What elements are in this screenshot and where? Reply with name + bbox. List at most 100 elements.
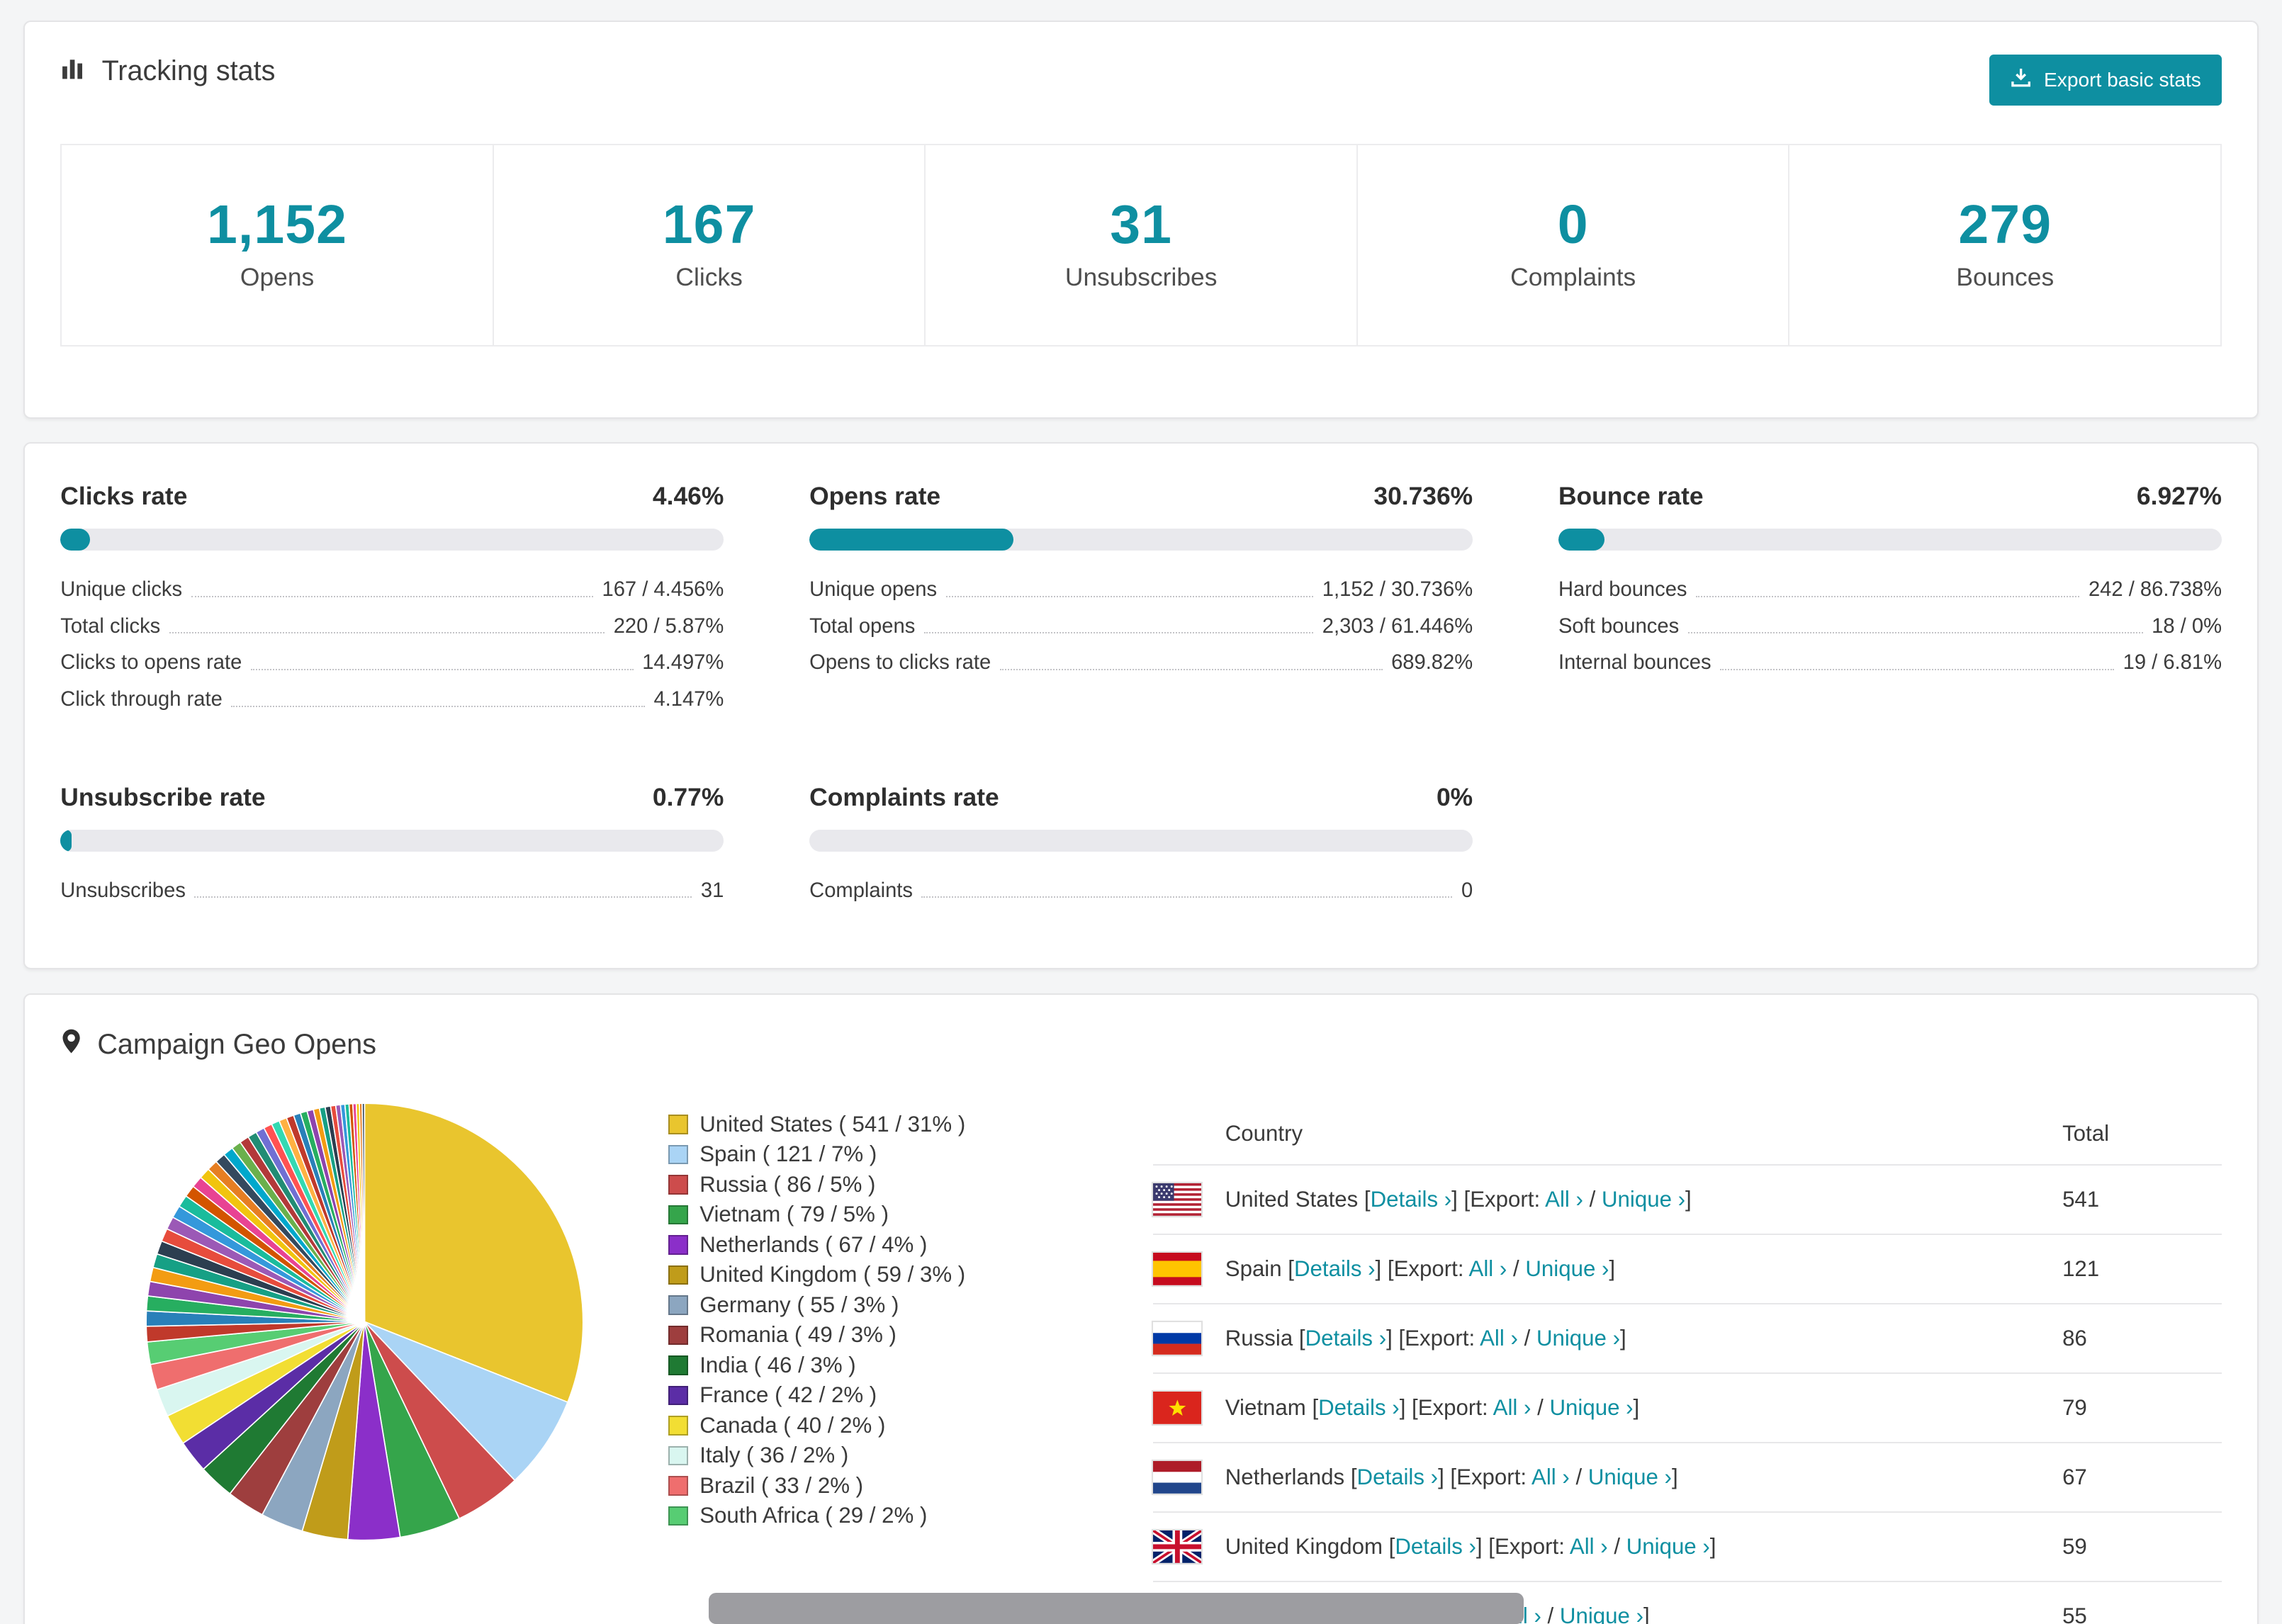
country-name: United Kingdom xyxy=(1225,1533,1383,1559)
export-unique-link[interactable]: Unique › xyxy=(1536,1326,1620,1350)
export-all-link[interactable]: All › xyxy=(1480,1326,1518,1350)
dotted-leader xyxy=(250,669,634,671)
country-column-header: Country xyxy=(1225,1121,1303,1146)
stat-bounces: 279 Bounces xyxy=(1789,145,2220,345)
legend-item[interactable]: Netherlands ( 67 / 4% ) xyxy=(668,1230,1099,1261)
legend-item[interactable]: Romania ( 49 / 3% ) xyxy=(668,1320,1099,1350)
rates-card: Clicks rate 4.46% Unique clicks 167 / 4.4… xyxy=(23,441,2259,970)
export-unique-link[interactable]: Unique › xyxy=(1549,1395,1633,1420)
legend-item[interactable]: Italy ( 36 / 2% ) xyxy=(668,1440,1099,1471)
details-link[interactable]: Details › xyxy=(1395,1534,1476,1559)
legend-item[interactable]: Vietnam ( 79 / 5% ) xyxy=(668,1200,1099,1230)
country-total: 67 xyxy=(2062,1464,2087,1489)
dotted-leader xyxy=(945,595,1314,597)
legend-label: Romania ( 49 / 3% ) xyxy=(699,1322,896,1348)
country-cell: Netherlands [Details ›] [Export: All › /… xyxy=(1225,1464,1678,1489)
export-all-link[interactable]: All › xyxy=(1545,1187,1583,1212)
stat-bounces-value: 279 xyxy=(1958,194,2052,256)
stat-line: Total clicks 220 / 5.87% xyxy=(60,614,724,638)
unsubscribe-rate-bar-fill xyxy=(60,829,72,852)
stat-line: Hard bounces 242 / 86.738% xyxy=(1558,577,2222,601)
export-all-link[interactable]: All › xyxy=(1469,1256,1507,1281)
legend-item[interactable]: United Kingdom ( 59 / 3% ) xyxy=(668,1260,1099,1290)
opens-rate-bar xyxy=(809,529,1473,551)
stat-line: Unique opens 1,152 / 30.736% xyxy=(809,577,1473,601)
table-row: United States [Details ›] [Export: All ›… xyxy=(1152,1164,2222,1234)
export-icon xyxy=(2010,67,2032,94)
horizontal-scrollbar-thumb[interactable] xyxy=(708,1593,1524,1624)
country-total: 121 xyxy=(2062,1256,2100,1282)
legend-label: Vietnam ( 79 / 5% ) xyxy=(699,1202,889,1227)
complaints-rate-bar xyxy=(809,829,1473,852)
details-link[interactable]: Details › xyxy=(1357,1465,1439,1489)
export-unique-link[interactable]: Unique › xyxy=(1588,1465,1672,1489)
opens-rate-value: 30.736% xyxy=(1373,482,1473,511)
stat-opens: 1,152 Opens xyxy=(62,145,494,345)
legend-item[interactable]: South Africa ( 29 / 2% ) xyxy=(668,1501,1099,1531)
legend-item[interactable]: Russia ( 86 / 5% ) xyxy=(668,1170,1099,1200)
dotted-leader xyxy=(1687,632,2143,634)
table-row: Netherlands [Details ›] [Export: All › /… xyxy=(1152,1441,2222,1511)
export-unique-link[interactable]: Unique › xyxy=(1560,1603,1643,1624)
details-link[interactable]: Details › xyxy=(1294,1256,1376,1281)
rate-panel-unsubscribes: Unsubscribe rate 0.77% Unsubscribes 31 xyxy=(60,783,724,909)
stat-line: Clicks to opens rate 14.497% xyxy=(60,651,724,675)
legend-item[interactable]: Brazil ( 33 / 2% ) xyxy=(668,1471,1099,1501)
dotted-leader xyxy=(999,669,1383,671)
geo-pie xyxy=(145,1103,584,1541)
clicks-rate-bar-fill xyxy=(60,529,91,551)
bounce-rate-bar xyxy=(1558,529,2222,551)
legend-item[interactable]: United States ( 541 / 31% ) xyxy=(668,1110,1099,1140)
page: Tracking stats Export basic stats 1,152 … xyxy=(0,0,2282,1624)
complaints-rate-value: 0% xyxy=(1436,782,1473,811)
country-name: United States xyxy=(1225,1187,1359,1212)
geo-opens-title-text: Campaign Geo Opens xyxy=(97,1028,377,1060)
export-all-link[interactable]: All › xyxy=(1531,1465,1570,1489)
table-row: Spain [Details ›] [Export: All › / Uniqu… xyxy=(1152,1234,2222,1303)
legend-swatch xyxy=(668,1265,688,1285)
stat-line: Soft bounces 18 / 0% xyxy=(1558,614,2222,638)
tracking-stats-title-text: Tracking stats xyxy=(101,55,276,87)
dotted-leader xyxy=(191,595,593,597)
export-unique-link[interactable]: Unique › xyxy=(1626,1534,1710,1559)
country-total: 86 xyxy=(2062,1326,2087,1351)
export-unique-link[interactable]: Unique › xyxy=(1525,1256,1609,1281)
flag-icon-nl xyxy=(1152,1460,1202,1494)
details-link[interactable]: Details › xyxy=(1305,1326,1387,1350)
legend-item[interactable]: Germany ( 55 / 3% ) xyxy=(668,1290,1099,1321)
legend-item[interactable]: India ( 46 / 3% ) xyxy=(668,1350,1099,1381)
dotted-leader xyxy=(1720,669,2115,671)
stat-line: Unsubscribes 31 xyxy=(60,879,724,902)
details-link[interactable]: Details › xyxy=(1318,1395,1400,1420)
legend-item[interactable]: Spain ( 121 / 7% ) xyxy=(668,1139,1099,1170)
legend-swatch xyxy=(668,1144,688,1164)
export-all-link[interactable]: All › xyxy=(1570,1534,1608,1559)
export-all-link[interactable]: All › xyxy=(1493,1395,1531,1420)
country-name: Spain xyxy=(1225,1256,1282,1282)
dotted-leader xyxy=(194,896,692,898)
geo-table-header: Country Total xyxy=(1153,1100,2222,1164)
export-basic-stats-button[interactable]: Export basic stats xyxy=(1989,54,2222,106)
details-link[interactable]: Details › xyxy=(1371,1187,1452,1212)
legend-item[interactable]: Canada ( 40 / 2% ) xyxy=(668,1411,1099,1441)
country-cell: Vietnam [Details ›] [Export: All › / Uni… xyxy=(1225,1394,1640,1420)
total-column-header: Total xyxy=(2062,1121,2110,1146)
legend-label: Russia ( 86 / 5% ) xyxy=(699,1171,876,1197)
legend-item[interactable]: France ( 42 / 2% ) xyxy=(668,1380,1099,1411)
export-unique-link[interactable]: Unique › xyxy=(1602,1187,1685,1212)
country-cell: Spain [Details ›] [Export: All › / Uniqu… xyxy=(1225,1256,1616,1282)
rate-panel-clicks: Clicks rate 4.46% Unique clicks 167 / 4.4… xyxy=(60,482,724,718)
country-cell: United States [Details ›] [Export: All ›… xyxy=(1225,1187,1692,1212)
stat-complaints: 0 Complaints xyxy=(1358,145,1790,345)
stat-clicks-label: Clicks xyxy=(675,262,743,291)
legend-swatch xyxy=(668,1205,688,1224)
tracking-stats-title: Tracking stats xyxy=(60,55,275,88)
stat-line: Total opens 2,303 / 61.446% xyxy=(809,614,1473,638)
geo-opens-card: Campaign Geo Opens United States ( 541 /… xyxy=(23,993,2259,1624)
clicks-rate-value: 4.46% xyxy=(652,482,724,511)
country-name: Vietnam xyxy=(1225,1394,1306,1420)
stat-line: Opens to clicks rate 689.82% xyxy=(809,651,1473,675)
legend-swatch xyxy=(668,1355,688,1375)
legend-label: Canada ( 40 / 2% ) xyxy=(699,1412,886,1438)
bar-chart-icon xyxy=(60,55,86,88)
